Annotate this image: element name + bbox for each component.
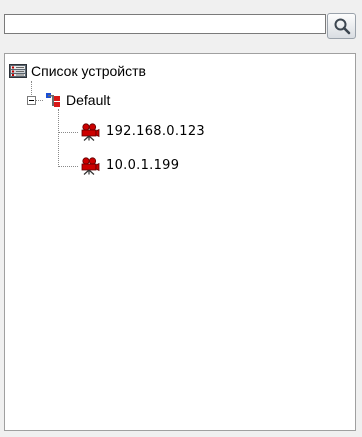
tree-connector: [58, 132, 78, 133]
tree-root-node[interactable]: Список устройств: [9, 62, 146, 80]
camera-icon: [81, 123, 100, 141]
network-group-icon: [46, 93, 60, 107]
search-icon: [334, 18, 350, 35]
search-input[interactable]: [4, 14, 326, 34]
device-address-label: 192.168.0.123: [106, 124, 206, 139]
collapse-toggle[interactable]: [27, 96, 36, 105]
search-button[interactable]: [327, 13, 356, 39]
tree-group-label: Default: [66, 92, 111, 108]
tree-device-item[interactable]: 192.168.0.123: [80, 123, 205, 141]
tree-root-label: Список устройств: [31, 63, 146, 79]
tree-connector: [36, 100, 43, 101]
tree-connector: [31, 81, 32, 95]
tree-connector: [58, 166, 78, 167]
camera-icon: [81, 157, 100, 175]
tree-device-item[interactable]: 10.0.1.199: [80, 157, 179, 175]
device-address-label: 10.0.1.199: [106, 158, 180, 173]
tree-group-default[interactable]: Default: [45, 91, 110, 109]
device-list-icon: [9, 64, 27, 78]
device-tree[interactable]: Список устройств Default 192.168.0.123 1…: [4, 53, 356, 431]
tree-connector: [58, 109, 59, 167]
